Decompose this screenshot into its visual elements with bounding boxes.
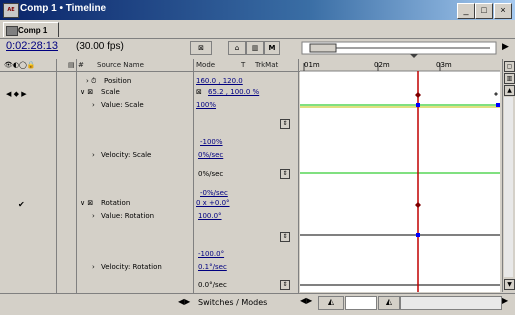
velocity-scale-mid[interactable]: 0%/sec [198, 151, 223, 159]
expand-arrow-icon[interactable]: › [92, 151, 95, 159]
scale-value[interactable]: 65.2 , 100.0 % [208, 88, 259, 96]
comp-flowchart-button[interactable]: ⊠ [190, 41, 212, 55]
keyframe-navigator[interactable]: ◀ ◆ ▶ [6, 90, 27, 98]
switches-modes-toggle[interactable]: Switches / Modes [198, 298, 267, 307]
position-label: Position [104, 77, 132, 85]
t-header: T [241, 61, 246, 69]
frame-rate: (30.00 fps) [76, 41, 124, 52]
velocity-rotation-bottom: 0.0°/sec [198, 281, 227, 289]
horizontal-scrollbar[interactable] [400, 296, 502, 310]
minimize-button[interactable]: _ [457, 3, 475, 19]
graph-options-icon[interactable]: ⇕ [280, 280, 290, 290]
value-scale-label: Value: Scale [101, 101, 144, 109]
divider [298, 59, 299, 294]
expand-arrow-icon[interactable]: ∨ ⊠ [80, 199, 93, 207]
app-icon: AE [3, 3, 19, 18]
motion-blur-button[interactable]: M [264, 41, 280, 55]
expand-arrow-icon[interactable]: › [92, 101, 95, 109]
scale-label: Scale [101, 88, 120, 96]
stopwatch-icon[interactable]: › ⏱ [86, 77, 97, 86]
link-icon[interactable]: ⊠ [196, 88, 202, 96]
ruler-tick-2: 03m [436, 61, 452, 69]
mode-header[interactable]: Mode [196, 61, 215, 69]
close-button[interactable]: × [494, 3, 512, 19]
checkbox-icon[interactable]: ✔ [18, 200, 25, 209]
label-column-icon: ▤ [68, 61, 75, 69]
scroll-track[interactable] [504, 97, 513, 277]
graph-options-icon[interactable]: ⇕ [280, 169, 290, 179]
number-column: # [78, 61, 84, 69]
graph-icon[interactable]: ▥ [504, 73, 515, 84]
value-rotation-label: Value: Rotation [101, 212, 155, 220]
velocity-rotation-top: -100.0° [198, 250, 225, 258]
velocity-rotation-label: Velocity: Rotation [101, 263, 162, 271]
position-value[interactable]: 160.0 , 120.0 [196, 77, 243, 85]
zoom-slider[interactable] [345, 296, 377, 310]
graph-options-icon[interactable]: ⇕ [280, 232, 290, 242]
switches-icons: 👁◐◯🔒 [4, 61, 36, 69]
current-time[interactable]: 0:02:28:13 [6, 40, 58, 52]
comp-marker-icon[interactable]: ▢ [504, 61, 515, 72]
expand-arrow-icon[interactable]: › [92, 263, 95, 271]
value-rotation-value[interactable]: 100.0° [198, 212, 222, 220]
scroll-up-icon[interactable]: ▲ [504, 85, 515, 96]
scroll-down-icon[interactable]: ▼ [504, 279, 515, 290]
rotation-label: Rotation [101, 199, 131, 207]
maximize-button[interactable]: □ [475, 3, 493, 19]
graph-options-icon[interactable]: ⇕ [280, 119, 290, 129]
composition-icon [6, 26, 18, 36]
velocity-scale-after: -0%/sec [200, 189, 228, 197]
expand-arrow-icon[interactable]: › [92, 212, 95, 220]
source-name-header[interactable]: Source Name [97, 61, 144, 69]
trkmat-header[interactable]: TrkMat [255, 61, 278, 69]
zoom-in-icon[interactable]: ◭ [378, 296, 400, 310]
time-navigator[interactable] [300, 40, 500, 58]
divider [76, 59, 77, 294]
vertical-scrollbar[interactable]: ▢ ▥ ▲ ▼ [502, 59, 515, 292]
velocity-scale-label: Velocity: Scale [101, 151, 152, 159]
ruler-tick-0: 01m [304, 61, 320, 69]
live-update-button[interactable]: ⌂ [228, 41, 246, 55]
value-scale-value[interactable]: 100% [196, 101, 216, 109]
velocity-scale-bottom: 0%/sec [198, 170, 224, 178]
expand-arrow-icon[interactable]: ∨ ⊠ [80, 88, 93, 96]
toggle-arrow-icon[interactable]: ◀▶ [178, 297, 190, 306]
expand-arrow-icon[interactable]: ▶ [502, 42, 509, 52]
rotation-value[interactable]: 0 x +0.0° [196, 199, 230, 207]
timeline-graph-area[interactable]: 01m 02m 03m [300, 59, 500, 292]
divider [56, 59, 57, 294]
window-title: Comp 1 • Timeline [20, 3, 107, 14]
zoom-out-icon[interactable]: ◭ [318, 296, 344, 310]
divider [193, 59, 194, 294]
velocity-rotation-mid[interactable]: 0.1°/sec [198, 263, 227, 271]
tab-strip [0, 20, 515, 39]
frame-blending-button[interactable]: ▥ [246, 41, 264, 55]
velocity-scale-top: -100% [200, 138, 223, 146]
ruler-tick-1: 02m [374, 61, 390, 69]
scroll-right-icon[interactable]: ▶ [502, 296, 508, 305]
scroll-left-icon[interactable]: ◀▶ [300, 296, 312, 305]
